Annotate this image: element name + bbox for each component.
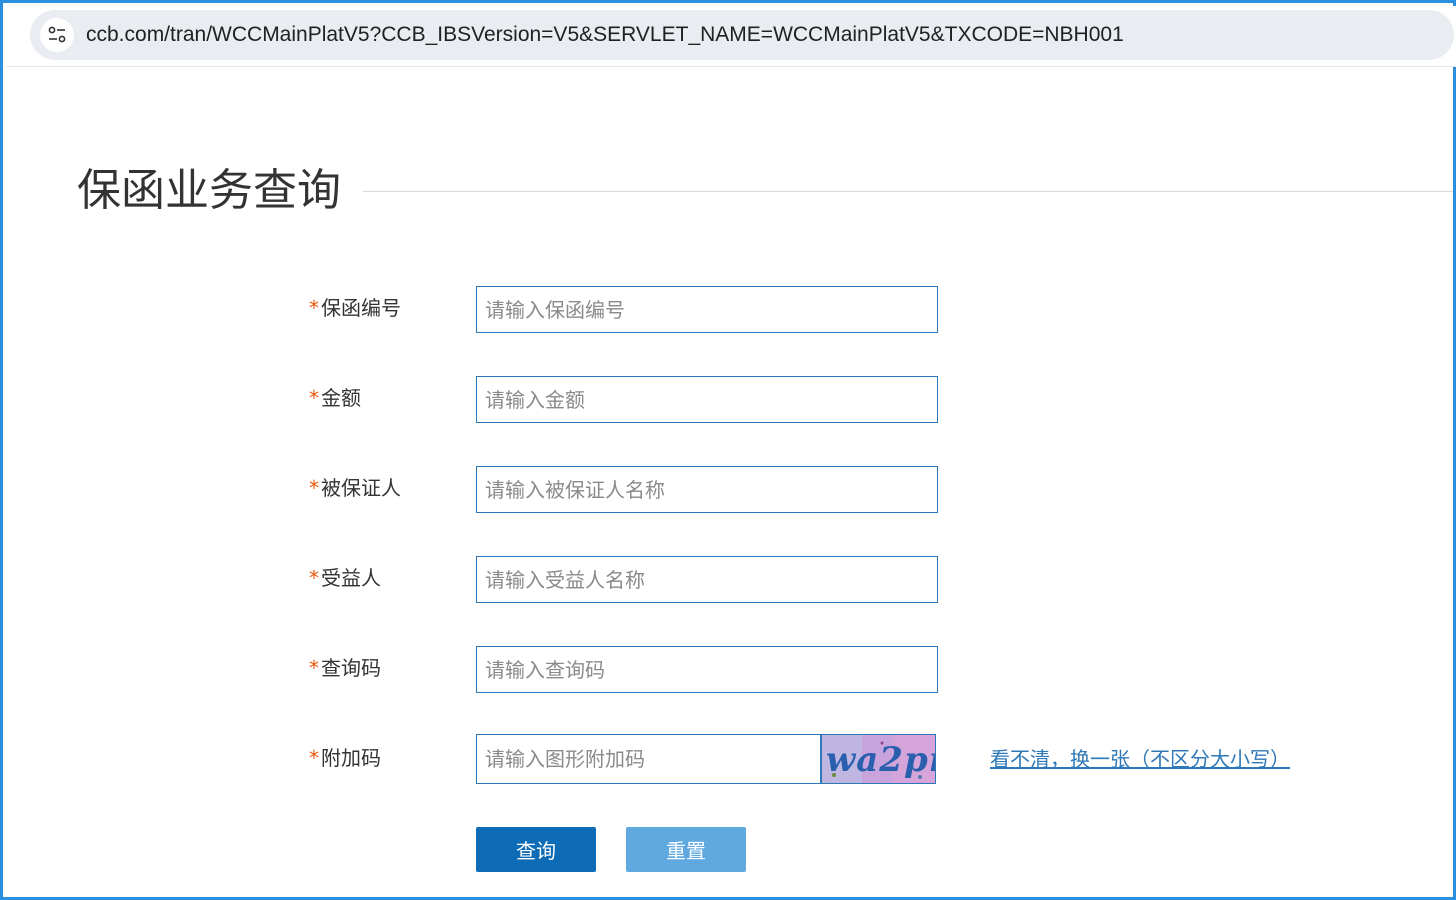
page-title: 保函业务查询	[77, 165, 341, 216]
guaranteed-party-label: * 被保证人	[309, 476, 401, 500]
amount-label: * 金额	[309, 386, 361, 410]
required-mark: *	[309, 656, 319, 680]
captcha-label: * 附加码	[309, 746, 381, 770]
url-field[interactable]: ccb.com/tran/WCCMainPlatV5?CCB_IBSVersio…	[30, 10, 1454, 60]
address-bar: ccb.com/tran/WCCMainPlatV5?CCB_IBSVersio…	[6, 6, 1456, 67]
required-mark: *	[309, 476, 319, 500]
guaranteed-party-input[interactable]	[476, 466, 938, 513]
required-mark: *	[309, 296, 319, 320]
captcha-graphic: wa2pn	[822, 735, 935, 783]
amount-input[interactable]	[476, 376, 938, 423]
reset-button[interactable]: 重置	[626, 827, 746, 872]
required-mark: *	[309, 566, 319, 590]
query-code-input[interactable]	[476, 646, 938, 693]
guarantee-number-label: * 保函编号	[309, 296, 401, 320]
required-mark: *	[309, 386, 319, 410]
captcha-input[interactable]	[476, 734, 821, 784]
url-text[interactable]: ccb.com/tran/WCCMainPlatV5?CCB_IBSVersio…	[86, 10, 1124, 60]
query-button[interactable]: 查询	[476, 827, 596, 872]
beneficiary-input[interactable]	[476, 556, 938, 603]
captcha-text: wa2pn	[826, 740, 935, 780]
refresh-captcha-link[interactable]: 看不清，换一张（不区分大小写）	[990, 744, 1290, 774]
guarantee-number-input[interactable]	[476, 286, 938, 333]
query-code-label: * 查询码	[309, 656, 381, 680]
beneficiary-label: * 受益人	[309, 566, 381, 590]
site-settings-icon[interactable]	[40, 18, 74, 52]
captcha-image[interactable]: wa2pn	[821, 734, 936, 784]
required-mark: *	[309, 746, 319, 770]
browser-window: ccb.com/tran/WCCMainPlatV5?CCB_IBSVersio…	[0, 0, 1456, 900]
title-divider	[363, 191, 1453, 192]
